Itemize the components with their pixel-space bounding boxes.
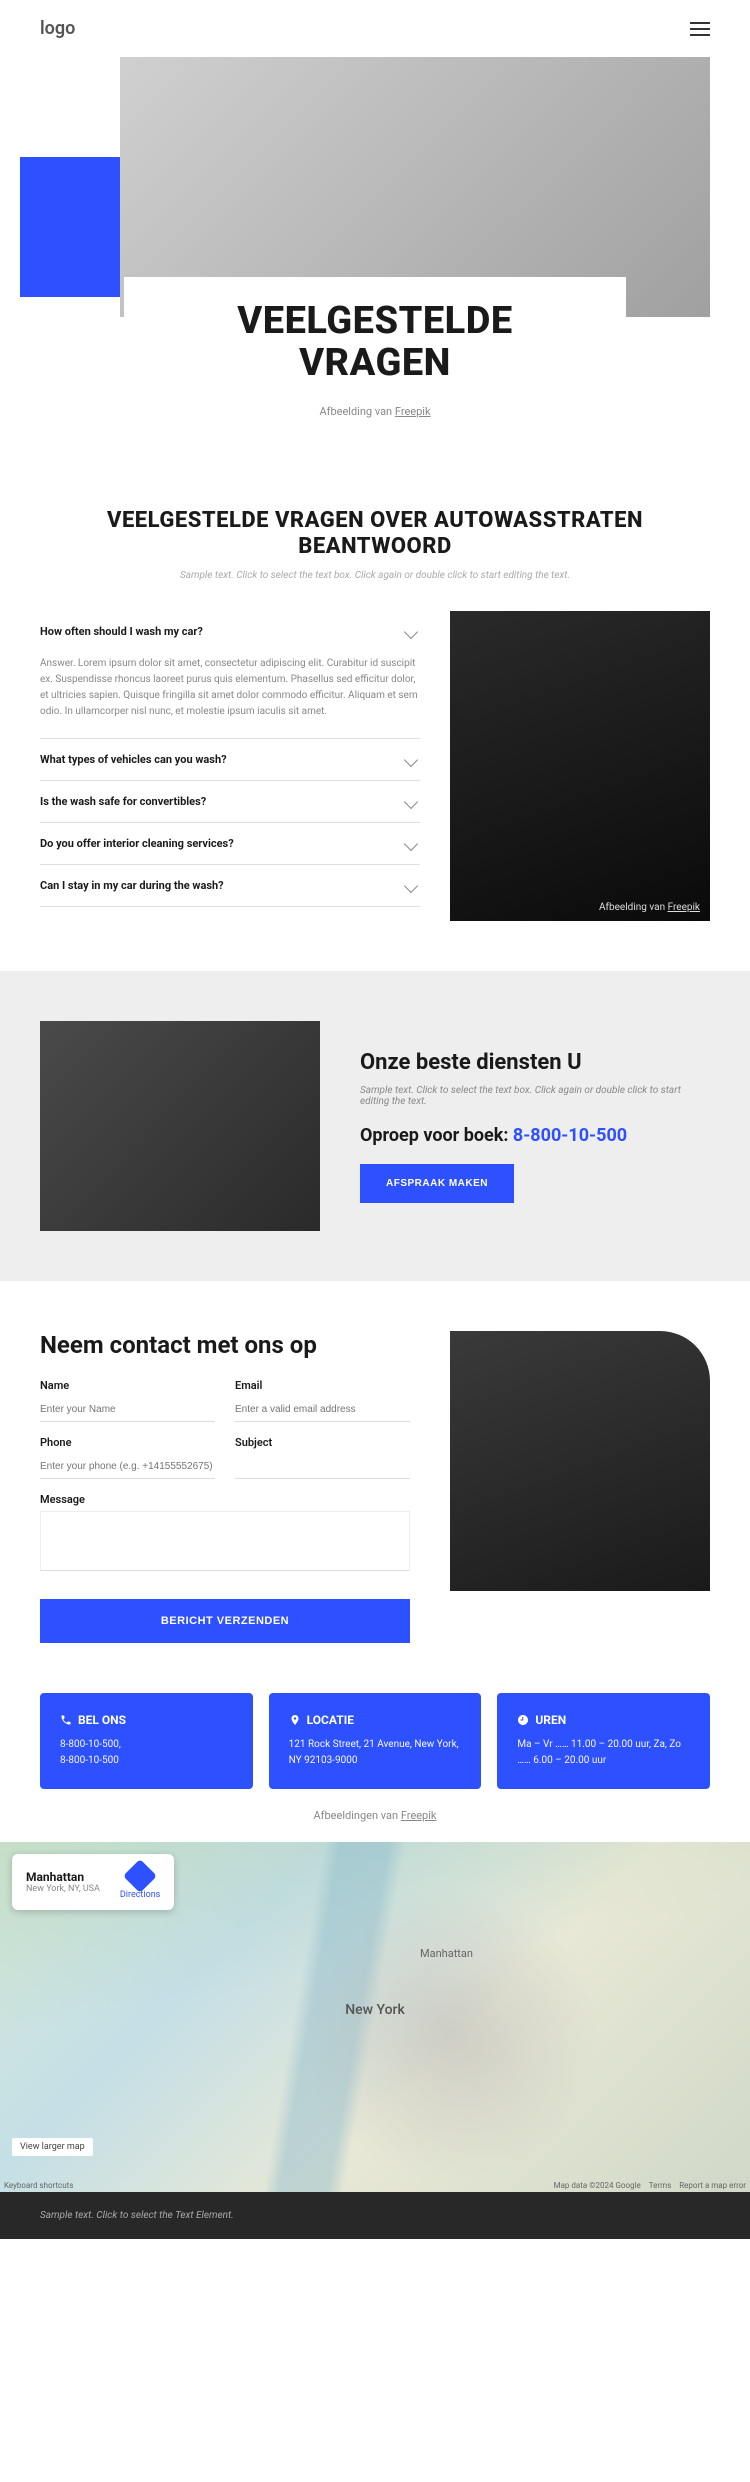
contact-image — [450, 1331, 710, 1591]
faq-answer: Answer. Lorem ipsum dolor sit amet, cons… — [40, 652, 420, 738]
faq-item: Do you offer interior cleaning services? — [40, 823, 420, 865]
map-report-link[interactable]: Report a map error — [679, 2181, 746, 2190]
footer-text: Sample text. Click to select the Text El… — [40, 2210, 234, 2221]
services-title: Onze beste diensten U — [360, 1050, 710, 1075]
view-larger-map-link[interactable]: View larger map — [12, 2138, 93, 2156]
phone-number[interactable]: 8-800-10-500 — [513, 1125, 627, 1146]
phone-input[interactable] — [40, 1455, 215, 1479]
logo[interactable]: logo — [40, 18, 75, 39]
faq-item: What types of vehicles can you wash? — [40, 739, 420, 781]
credit-link[interactable]: Freepik — [395, 405, 431, 418]
faq-question[interactable]: What types of vehicles can you wash? — [40, 739, 420, 780]
contact-title: Neem contact met ons op — [40, 1331, 410, 1359]
message-textarea[interactable] — [40, 1511, 410, 1571]
message-label: Message — [40, 1493, 410, 1506]
hamburger-menu-icon[interactable] — [690, 22, 710, 36]
chevron-down-icon — [404, 795, 418, 809]
subject-label: Subject — [235, 1436, 410, 1449]
credit-link[interactable]: Freepik — [401, 1809, 437, 1822]
map-terms-link[interactable]: Terms — [649, 2181, 671, 2190]
appointment-button[interactable]: AFSPRAAK MAKEN — [360, 1164, 514, 1203]
faq-heading: VEELGESTELDE VRAGEN OVER AUTOWASSTRATEN … — [40, 508, 710, 561]
hero-image-credit: Afbeelding van Freepik — [40, 405, 710, 418]
map-card-title: Manhattan — [26, 1870, 100, 1884]
map-keyboard-shortcuts[interactable]: Keyboard shortcuts — [4, 2181, 73, 2190]
services-section: Onze beste diensten U Sample text. Click… — [0, 971, 750, 1281]
submit-button[interactable]: BERICHT VERZENDEN — [40, 1599, 410, 1643]
faq-item: Can I stay in my car during the wash? — [40, 865, 420, 907]
images-credit: Afbeeldingen van Freepik — [0, 1809, 750, 1842]
faq-question[interactable]: Do you offer interior cleaning services? — [40, 823, 420, 864]
faq-item: How often should I wash my car? Answer. … — [40, 611, 420, 739]
faq-accordion: How often should I wash my car? Answer. … — [40, 611, 420, 921]
chevron-down-icon — [404, 753, 418, 767]
phone-label: Phone — [40, 1436, 215, 1449]
clock-icon — [517, 1714, 529, 1726]
map[interactable]: Manhattan New York, NY, USA Directions M… — [0, 1842, 750, 2192]
map-directions-button[interactable]: Directions — [120, 1864, 160, 1900]
map-data-attribution: Map data ©2024 Google — [554, 2181, 641, 2190]
faq-question[interactable]: How often should I wash my car? — [40, 611, 420, 652]
info-card-hours: UREN Ma – Vr …… 11.00 – 20.00 uur, Za, Z… — [497, 1693, 710, 1789]
name-label: Name — [40, 1379, 215, 1392]
info-card-call: BEL ONS 8-800-10-500, 8-800-10-500 — [40, 1693, 253, 1789]
footer: Sample text. Click to select the Text El… — [0, 2192, 750, 2239]
phone-icon — [60, 1714, 72, 1726]
email-input[interactable] — [235, 1398, 410, 1422]
contact-section: Neem contact met ons op Name Email Phone… — [0, 1281, 750, 1693]
chevron-down-icon — [404, 879, 418, 893]
map-label-newyork: New York — [345, 2002, 405, 2018]
email-label: Email — [235, 1379, 410, 1392]
chevron-down-icon — [404, 837, 418, 851]
faq-item: Is the wash safe for convertibles? — [40, 781, 420, 823]
info-card-text: 8-800-10-500, 8-800-10-500 — [60, 1737, 233, 1769]
services-call-line: Oproep voor boek: 8-800-10-500 — [360, 1125, 710, 1146]
services-subtext: Sample text. Click to select the text bo… — [360, 1085, 710, 1107]
faq-subtext: Sample text. Click to select the text bo… — [40, 570, 710, 581]
subject-input[interactable] — [235, 1455, 410, 1479]
info-card-text: 121 Rock Street, 21 Avenue, New York, NY… — [289, 1737, 462, 1769]
faq-question[interactable]: Can I stay in my car during the wash? — [40, 865, 420, 906]
info-cards: BEL ONS 8-800-10-500, 8-800-10-500 LOCAT… — [0, 1693, 750, 1809]
page-title: VEELGESTELDE VRAGEN — [164, 301, 587, 385]
faq-question[interactable]: Is the wash safe for convertibles? — [40, 781, 420, 822]
directions-icon — [123, 1859, 157, 1893]
info-card-text: Ma – Vr …… 11.00 – 20.00 uur, Za, Zo …… … — [517, 1737, 690, 1769]
faq-image-credit: Afbeelding van Freepik — [599, 902, 700, 913]
map-info-card: Manhattan New York, NY, USA Directions — [12, 1854, 174, 1910]
hero-title-box: VEELGESTELDE VRAGEN — [124, 277, 627, 397]
info-card-location: LOCATIE 121 Rock Street, 21 Avenue, New … — [269, 1693, 482, 1789]
map-card-sub: New York, NY, USA — [26, 1884, 100, 1894]
name-input[interactable] — [40, 1398, 215, 1422]
pin-icon — [289, 1714, 301, 1726]
credit-link[interactable]: Freepik — [668, 902, 700, 913]
chevron-down-icon — [404, 625, 418, 639]
map-label-manhattan: Manhattan — [420, 1947, 473, 1960]
services-image — [40, 1021, 320, 1231]
faq-side-image: Afbeelding van Freepik — [450, 611, 710, 921]
hero-section: VEELGESTELDE VRAGEN Afbeelding van Freep… — [0, 57, 750, 458]
faq-section: VEELGESTELDE VRAGEN OVER AUTOWASSTRATEN … — [0, 458, 750, 972]
